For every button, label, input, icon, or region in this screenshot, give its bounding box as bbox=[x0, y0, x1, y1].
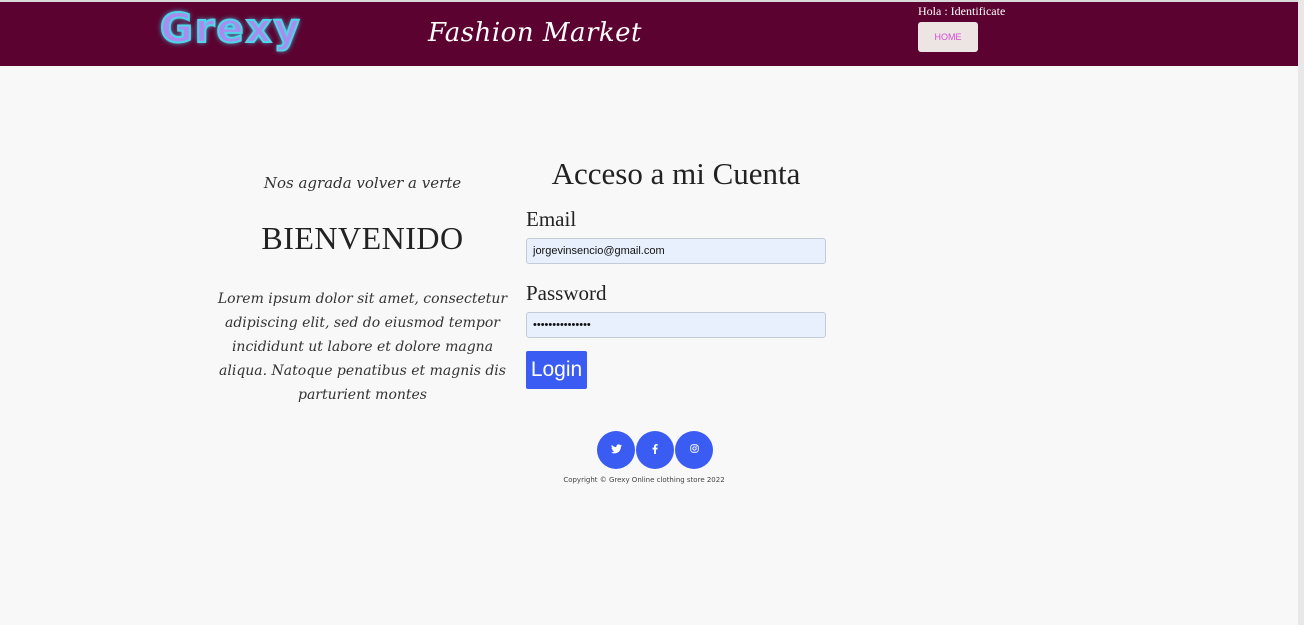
email-field[interactable]: jorgevinsencio@gmail.com bbox=[526, 238, 826, 264]
login-form-title: Acceso a mi Cuenta bbox=[551, 156, 801, 191]
twitter-button[interactable] bbox=[597, 431, 635, 469]
password-label: Password bbox=[526, 281, 607, 305]
facebook-icon bbox=[652, 443, 658, 457]
user-greeting[interactable]: Hola : Identificate bbox=[918, 4, 1005, 19]
instagram-icon bbox=[689, 444, 699, 456]
top-navbar: Grexy Fashion Market Hola : Identificate… bbox=[0, 2, 1298, 66]
page-scrollbar[interactable] bbox=[1298, 0, 1304, 625]
password-field[interactable]: ••••••••••••••• bbox=[526, 312, 826, 338]
email-label: Email bbox=[526, 207, 577, 231]
welcome-title: BIENVENIDO bbox=[261, 220, 464, 256]
login-button[interactable]: Login bbox=[526, 351, 587, 389]
welcome-tagline: Nos agrada volver a verte bbox=[263, 174, 462, 192]
copyright-text: Copyright © Grexy Online clothing store … bbox=[563, 476, 725, 484]
brand-name: Fashion Market bbox=[428, 18, 642, 48]
welcome-body: Lorem ipsum dolor sit amet, consectetur … bbox=[217, 291, 508, 403]
instagram-button[interactable] bbox=[675, 431, 713, 469]
grexy-logo[interactable]: Grexy bbox=[159, 5, 302, 53]
facebook-button[interactable] bbox=[636, 431, 674, 469]
welcome-panel: Nos agrada volver a verte BIENVENIDO Lor… bbox=[210, 170, 515, 407]
twitter-icon bbox=[610, 443, 622, 457]
home-button[interactable]: HOME bbox=[918, 22, 978, 52]
